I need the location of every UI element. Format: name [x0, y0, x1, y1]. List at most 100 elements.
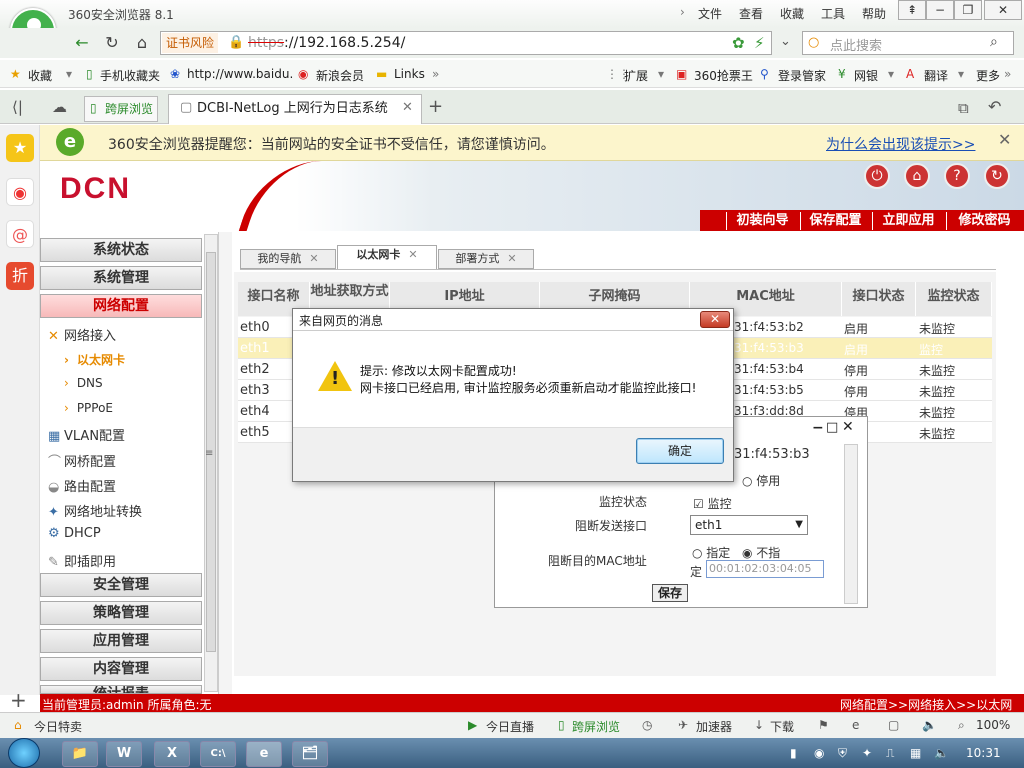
close-tab-icon[interactable]: ✕	[402, 100, 413, 115]
specify-radio[interactable]: ○ 指定	[692, 544, 730, 561]
download-link[interactable]: 下载	[770, 718, 794, 735]
tray-icon[interactable]: ▮	[790, 746, 797, 760]
tray-icon[interactable]: ▦	[910, 746, 921, 760]
tray-icon[interactable]: ✦	[862, 746, 872, 760]
maximize-icon[interactable]: □	[826, 420, 838, 435]
menu-favorites[interactable]: 收藏	[780, 5, 804, 22]
refresh-icon[interactable]: ↻	[984, 163, 1010, 189]
nav-application[interactable]: 应用管理	[40, 629, 202, 653]
nav-dhcp[interactable]: ⚙ DHCP	[48, 526, 101, 541]
start-button[interactable]	[8, 738, 40, 768]
dropdown-icon[interactable]: ▾	[658, 67, 664, 81]
cloud-icon[interactable]: ☁	[52, 98, 67, 116]
cert-risk-badge[interactable]: 证书风险	[162, 33, 219, 53]
ie-icon[interactable]: e	[852, 718, 859, 732]
window-icon[interactable]: ▢	[888, 718, 899, 732]
close-icon[interactable]: ✕	[998, 130, 1011, 149]
bookmark-baidu[interactable]: http://www.baidu.	[187, 67, 293, 81]
nav-reports[interactable]: 统计报表	[40, 685, 202, 694]
close-icon[interactable]: ✕	[842, 419, 854, 435]
bookmark-mobile[interactable]: 手机收藏夹	[100, 67, 160, 84]
add-icon[interactable]: +	[10, 688, 27, 712]
home-icon[interactable]: ⌂	[130, 32, 154, 54]
zoom-level[interactable]: 100%	[976, 718, 1010, 732]
home-icon[interactable]: ⌂	[904, 163, 930, 189]
network-icon[interactable]: ⎍	[886, 746, 894, 761]
nav-bridge[interactable]: ⌒ 网桥配置	[48, 451, 116, 470]
zoom-icon[interactable]: ⌕	[958, 718, 965, 733]
alert-close-button[interactable]: ✕	[700, 311, 730, 328]
back-icon[interactable]: ←	[70, 32, 94, 54]
block-interface-select[interactable]: eth1 ▼	[690, 515, 808, 535]
bookmark-bank[interactable]: 网银	[854, 67, 878, 84]
clock[interactable]: 10:31	[966, 746, 1001, 760]
favorites-star-icon[interactable]: ★	[6, 134, 34, 162]
nav-policy[interactable]: 策略管理	[40, 601, 202, 625]
more-icon[interactable]: »	[432, 67, 439, 81]
dropdown-icon[interactable]: ▾	[66, 67, 72, 81]
disable-radio[interactable]: ○ 停用	[742, 472, 780, 489]
bookmark-tickets[interactable]: 360抢票王	[694, 67, 753, 84]
apply-now-link[interactable]: 立即应用	[872, 212, 944, 230]
tab-active[interactable]: DCBI-NetLog 上网行为日志系统	[168, 94, 422, 124]
cmd-taskbar-button[interactable]: C:\	[200, 741, 236, 767]
app-taskbar-button[interactable]: 🗂	[292, 741, 328, 767]
lock-warning-icon[interactable]: 🔒	[228, 35, 244, 50]
security-icon[interactable]: ✿	[732, 34, 745, 52]
nav-plug-play[interactable]: ✎ 即插即用	[48, 551, 116, 570]
bookmark-favorites[interactable]: 收藏	[28, 67, 52, 84]
nav-content[interactable]: 内容管理	[40, 657, 202, 681]
nav-routing[interactable]: ◒ 路由配置	[48, 476, 116, 495]
setup-wizard-link[interactable]: 初装向导	[726, 212, 798, 230]
minimize-icon[interactable]: −	[812, 420, 824, 436]
bookmark-translate[interactable]: 翻译	[924, 67, 948, 84]
dropdown-icon[interactable]: ▾	[958, 67, 964, 81]
security-warning-link[interactable]: 为什么会出现该提示>>	[826, 134, 975, 154]
discount-icon[interactable]: 折	[6, 262, 34, 290]
nav-system-status[interactable]: 系统状态	[40, 238, 202, 262]
clock-icon[interactable]: ◷	[642, 718, 652, 732]
url-text[interactable]: https://192.168.5.254/	[248, 35, 405, 51]
block-mac-input[interactable]: 00:01:02:03:04:05	[706, 560, 824, 578]
pane-splitter[interactable]	[218, 232, 232, 694]
restore-tabs-icon[interactable]: ⧉	[958, 99, 969, 117]
close-window-button[interactable]: ✕	[984, 0, 1022, 20]
cross-screen-link[interactable]: 跨屏浏览	[572, 718, 620, 735]
live-link[interactable]: 今日直播	[486, 718, 534, 735]
minimize-button[interactable]: −	[926, 0, 954, 20]
more-icon[interactable]: »	[1004, 67, 1011, 81]
volume-icon[interactable]: 🔈	[934, 746, 949, 760]
excel-taskbar-button[interactable]: X	[154, 741, 190, 767]
menu-tools[interactable]: 工具	[821, 5, 845, 22]
nav-nat[interactable]: ✦ 网络地址转换	[48, 501, 142, 520]
search-engine-icon[interactable]: ○	[808, 35, 819, 50]
monitor-checkbox[interactable]: ☑ 监控	[693, 495, 732, 512]
nav-network-access[interactable]: ✕ 网络接入	[48, 325, 116, 344]
maximize-button[interactable]: ❐	[954, 0, 982, 20]
save-config-link[interactable]: 保存配置	[800, 212, 870, 230]
pin-window-button[interactable]: ⇞	[898, 0, 926, 20]
change-password-link[interactable]: 修改密码	[946, 212, 1022, 230]
logout-icon[interactable]: ⏻	[864, 163, 890, 189]
nav-system-admin[interactable]: 系统管理	[40, 266, 202, 290]
flag-icon[interactable]: ⚑	[818, 718, 829, 732]
nav-security[interactable]: 安全管理	[40, 573, 202, 597]
save-button[interactable]: 保存	[652, 584, 688, 602]
sidebar-toggle-icon[interactable]: ⟨|	[12, 98, 23, 116]
nav-ethernet[interactable]: › 以太网卡	[64, 351, 125, 368]
bookmark-links[interactable]: Links	[394, 67, 425, 81]
nav-network-config[interactable]: 网络配置	[40, 294, 202, 318]
undo-icon[interactable]: ↶	[988, 97, 1001, 116]
nav-pppoe[interactable]: › PPPoE	[64, 401, 113, 415]
weibo-icon[interactable]: ◉	[6, 178, 34, 206]
nav-dns[interactable]: › DNS	[64, 376, 103, 390]
bookmark-login[interactable]: 登录管家	[778, 67, 826, 84]
edit-scrollbar[interactable]	[844, 444, 858, 604]
nav-vlan[interactable]: ▦ VLAN配置	[48, 425, 125, 444]
tab-my-nav[interactable]: 我的导航 ✕	[240, 249, 336, 269]
no-specify-radio[interactable]: ◉ 不指	[742, 544, 780, 561]
dropdown-icon[interactable]: ▾	[888, 67, 894, 81]
menu-view[interactable]: 查看	[739, 5, 763, 22]
chevron-right-icon[interactable]: ›	[680, 5, 685, 19]
tray-icon[interactable]: ◉	[814, 746, 824, 760]
